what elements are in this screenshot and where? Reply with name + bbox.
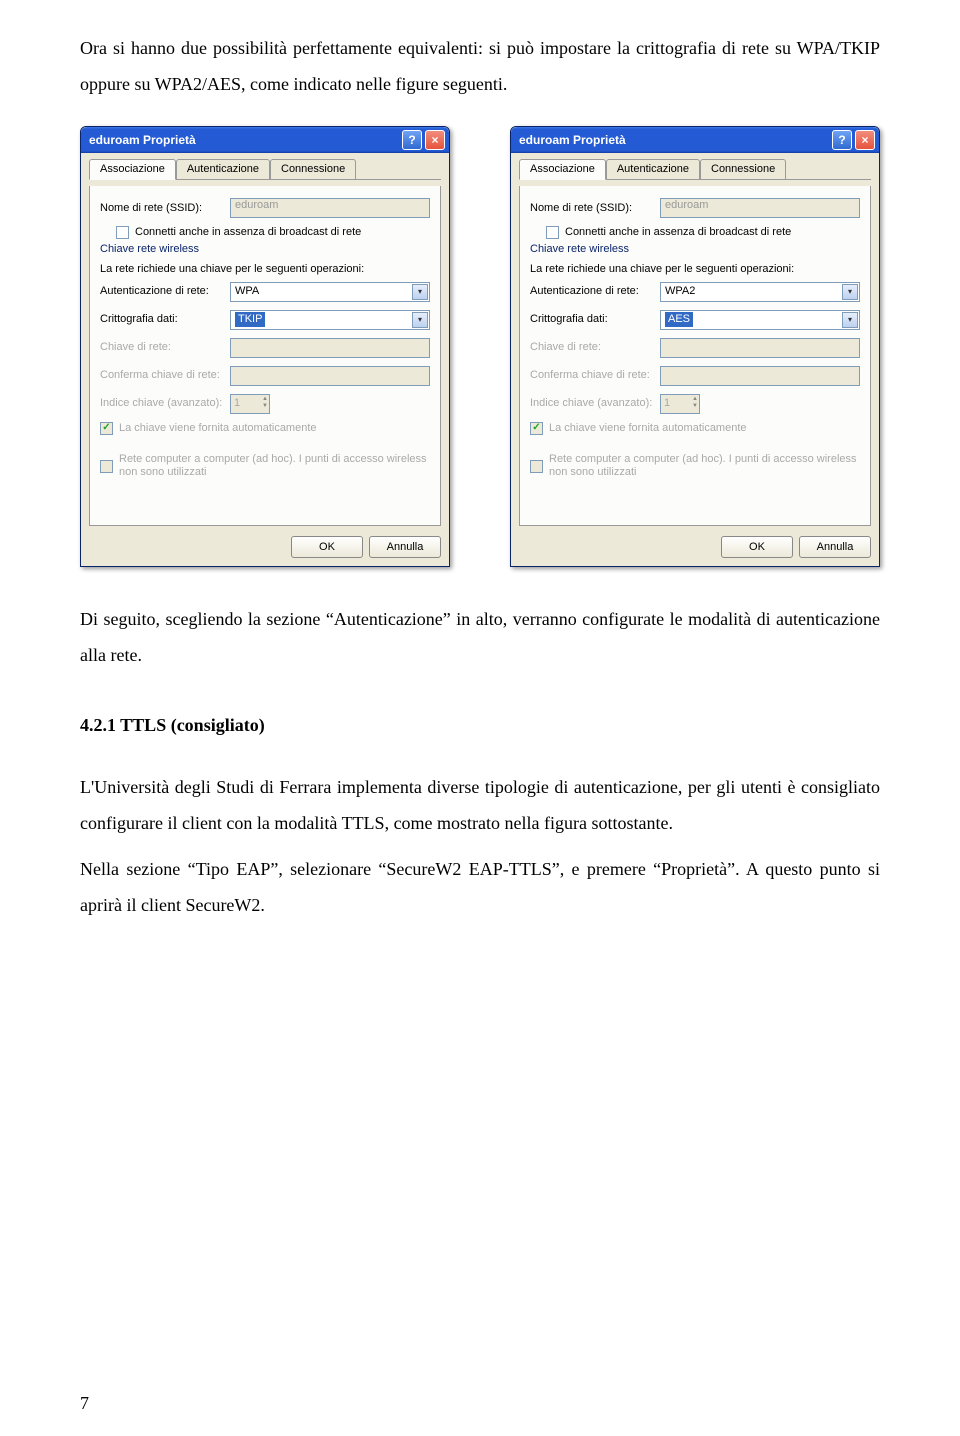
index-label: Indice chiave (avanzato): [530, 397, 660, 410]
tab-connessione[interactable]: Connessione [700, 159, 786, 179]
ok-button[interactable]: OK [721, 536, 793, 558]
chevron-down-icon: ▾ [412, 284, 428, 300]
group-wireless-key: Chiave rete wireless [100, 243, 430, 256]
help-icon[interactable]: ? [832, 130, 852, 150]
ssid-input: eduroam [230, 198, 430, 218]
window-title: eduroam Proprietà [519, 133, 626, 147]
tab-associazione[interactable]: Associazione [89, 159, 176, 180]
crypt-value: AES [665, 312, 693, 327]
section-heading: 4.2.1 TTLS (consigliato) [80, 707, 880, 743]
body-paragraph-2: Nella sezione “Tipo EAP”, selezionare “S… [80, 851, 880, 923]
crypt-label: Crittografia dati: [530, 313, 660, 326]
netkey-label: Chiave di rete: [530, 341, 660, 354]
broadcast-checkbox-label: Connetti anche in assenza di broadcast d… [565, 226, 791, 239]
mid-paragraph: Di seguito, scegliendo la sezione “Auten… [80, 601, 880, 673]
autokey-checkbox: ✓ [100, 422, 113, 435]
key-subtext: La rete richiede una chiave per le segue… [100, 263, 430, 276]
crypt-value: TKIP [235, 312, 265, 327]
ok-button[interactable]: OK [291, 536, 363, 558]
netkey-label: Chiave di rete: [100, 341, 230, 354]
chevron-down-icon: ▾ [412, 312, 428, 328]
close-icon[interactable]: × [855, 130, 875, 150]
adhoc-label: Rete computer a computer (ad hoc). I pun… [119, 453, 430, 479]
dialog-wpa-tkip: eduroam Proprietà ? × Associazione Auten… [80, 126, 450, 567]
netkey-input [660, 338, 860, 358]
tab-autenticazione[interactable]: Autenticazione [176, 159, 270, 179]
broadcast-checkbox[interactable] [546, 226, 559, 239]
index-spinner: 1 ▲▼ [660, 394, 700, 414]
crypt-select[interactable]: AES ▾ [660, 310, 860, 330]
auth-label: Autenticazione di rete: [100, 285, 230, 298]
intro-paragraph: Ora si hanno due possibilità perfettamen… [80, 30, 880, 102]
chevron-down-icon: ▾ [842, 312, 858, 328]
auth-select[interactable]: WPA ▾ [230, 282, 430, 302]
adhoc-checkbox [530, 460, 543, 473]
dialog-wpa2-aes: eduroam Proprietà ? × Associazione Auten… [510, 126, 880, 567]
autokey-checkbox: ✓ [530, 422, 543, 435]
broadcast-checkbox-label: Connetti anche in assenza di broadcast d… [135, 226, 361, 239]
titlebar: eduroam Proprietà ? × [81, 127, 449, 153]
tabs: Associazione Autenticazione Connessione [519, 159, 871, 180]
auth-label: Autenticazione di rete: [530, 285, 660, 298]
body-paragraph-1: L'Università degli Studi di Ferrara impl… [80, 769, 880, 841]
broadcast-checkbox[interactable] [116, 226, 129, 239]
tab-connessione[interactable]: Connessione [270, 159, 356, 179]
titlebar: eduroam Proprietà ? × [511, 127, 879, 153]
confirm-input [230, 366, 430, 386]
confirm-label: Conferma chiave di rete: [100, 369, 230, 382]
tab-associazione[interactable]: Associazione [519, 159, 606, 180]
page-number: 7 [80, 1394, 89, 1412]
crypt-select[interactable]: TKIP ▾ [230, 310, 430, 330]
key-subtext: La rete richiede una chiave per le segue… [530, 263, 860, 276]
adhoc-label: Rete computer a computer (ad hoc). I pun… [549, 453, 860, 479]
adhoc-checkbox [100, 460, 113, 473]
crypt-label: Crittografia dati: [100, 313, 230, 326]
chevron-down-icon: ▾ [842, 284, 858, 300]
group-wireless-key: Chiave rete wireless [530, 243, 860, 256]
netkey-input [230, 338, 430, 358]
autokey-label: La chiave viene fornita automaticamente [119, 422, 317, 435]
figures-row: eduroam Proprietà ? × Associazione Auten… [80, 126, 880, 567]
window-title: eduroam Proprietà [89, 133, 196, 147]
cancel-button[interactable]: Annulla [799, 536, 871, 558]
confirm-label: Conferma chiave di rete: [530, 369, 660, 382]
index-label: Indice chiave (avanzato): [100, 397, 230, 410]
ssid-label: Nome di rete (SSID): [530, 202, 660, 215]
confirm-input [660, 366, 860, 386]
auth-select[interactable]: WPA2 ▾ [660, 282, 860, 302]
help-icon[interactable]: ? [402, 130, 422, 150]
tab-autenticazione[interactable]: Autenticazione [606, 159, 700, 179]
autokey-label: La chiave viene fornita automaticamente [549, 422, 747, 435]
index-spinner: 1 ▲▼ [230, 394, 270, 414]
auth-value: WPA [235, 285, 259, 298]
ssid-label: Nome di rete (SSID): [100, 202, 230, 215]
ssid-input: eduroam [660, 198, 860, 218]
cancel-button[interactable]: Annulla [369, 536, 441, 558]
close-icon[interactable]: × [425, 130, 445, 150]
tabs: Associazione Autenticazione Connessione [89, 159, 441, 180]
auth-value: WPA2 [665, 285, 695, 298]
